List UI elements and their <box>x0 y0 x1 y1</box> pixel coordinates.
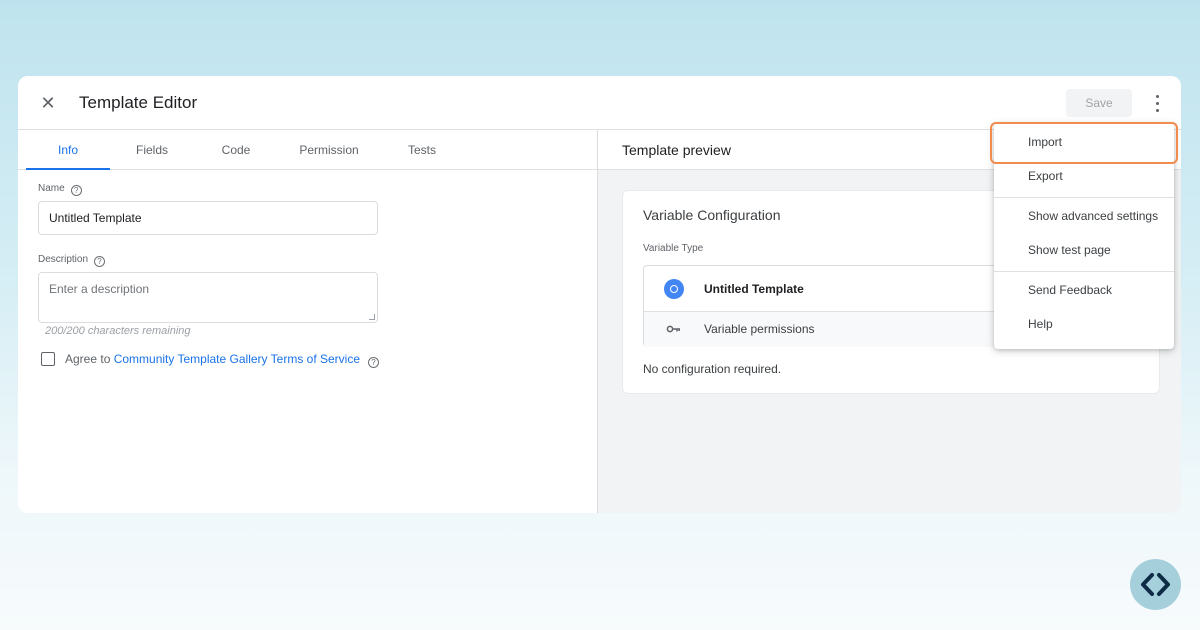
menu-item-import[interactable]: Import <box>994 125 1174 159</box>
menu-item-advanced-settings[interactable]: Show advanced settings <box>994 199 1174 233</box>
menu-separator <box>994 271 1174 272</box>
menu-item-export[interactable]: Export <box>994 159 1174 193</box>
menu-separator <box>994 197 1174 198</box>
resize-grip-icon[interactable] <box>369 314 375 320</box>
title-bar: ✕ Template Editor Save <box>18 76 1181 130</box>
tab-info[interactable]: Info <box>26 130 110 170</box>
description-label: Description? <box>38 254 106 267</box>
agree-terms: Agree to Community Template Gallery Term… <box>65 352 380 368</box>
no-config-text: No configuration required. <box>643 362 782 376</box>
name-label: Name? <box>38 183 82 196</box>
code-brackets-icon[interactable] <box>1130 559 1181 610</box>
variable-type-label: Variable Type <box>643 243 704 254</box>
editor-title: Template Editor <box>79 93 198 112</box>
tab-bar: Info Fields Code Permission Tests <box>18 130 597 170</box>
menu-item-test-page[interactable]: Show test page <box>994 233 1174 267</box>
help-icon[interactable]: ? <box>94 256 106 267</box>
permissions-label: Variable permissions <box>704 322 815 336</box>
tab-code[interactable]: Code <box>204 130 268 170</box>
menu-item-help[interactable]: Help <box>994 307 1174 341</box>
terms-link[interactable]: Community Template Gallery Terms of Serv… <box>114 352 360 366</box>
overflow-menu: Import Export Show advanced settings Sho… <box>994 123 1174 349</box>
description-input[interactable]: Enter a description <box>38 272 378 323</box>
tab-fields[interactable]: Fields <box>118 130 186 170</box>
agree-prefix: Agree to <box>65 352 114 366</box>
info-pane: Info Fields Code Permission Tests Name? … <box>18 130 597 513</box>
menu-item-send-feedback[interactable]: Send Feedback <box>994 273 1174 307</box>
help-icon[interactable]: ? <box>70 185 82 196</box>
name-input[interactable]: Untitled Template <box>38 201 378 235</box>
tab-tests[interactable]: Tests <box>392 130 452 170</box>
kebab-menu-icon[interactable] <box>1147 90 1167 116</box>
help-icon[interactable]: ? <box>368 357 380 368</box>
gear-icon <box>664 279 684 299</box>
variable-name: Untitled Template <box>704 282 804 296</box>
close-icon[interactable]: ✕ <box>38 93 58 113</box>
agree-checkbox[interactable] <box>41 352 55 366</box>
key-icon <box>666 325 680 333</box>
save-button[interactable]: Save <box>1066 89 1132 117</box>
description-placeholder: Enter a description <box>49 282 150 296</box>
config-title: Variable Configuration <box>643 207 781 223</box>
chars-remaining: 200/200 characters remaining <box>45 325 191 337</box>
tab-permission[interactable]: Permission <box>286 130 372 170</box>
code-brackets-glyph <box>1141 573 1170 596</box>
